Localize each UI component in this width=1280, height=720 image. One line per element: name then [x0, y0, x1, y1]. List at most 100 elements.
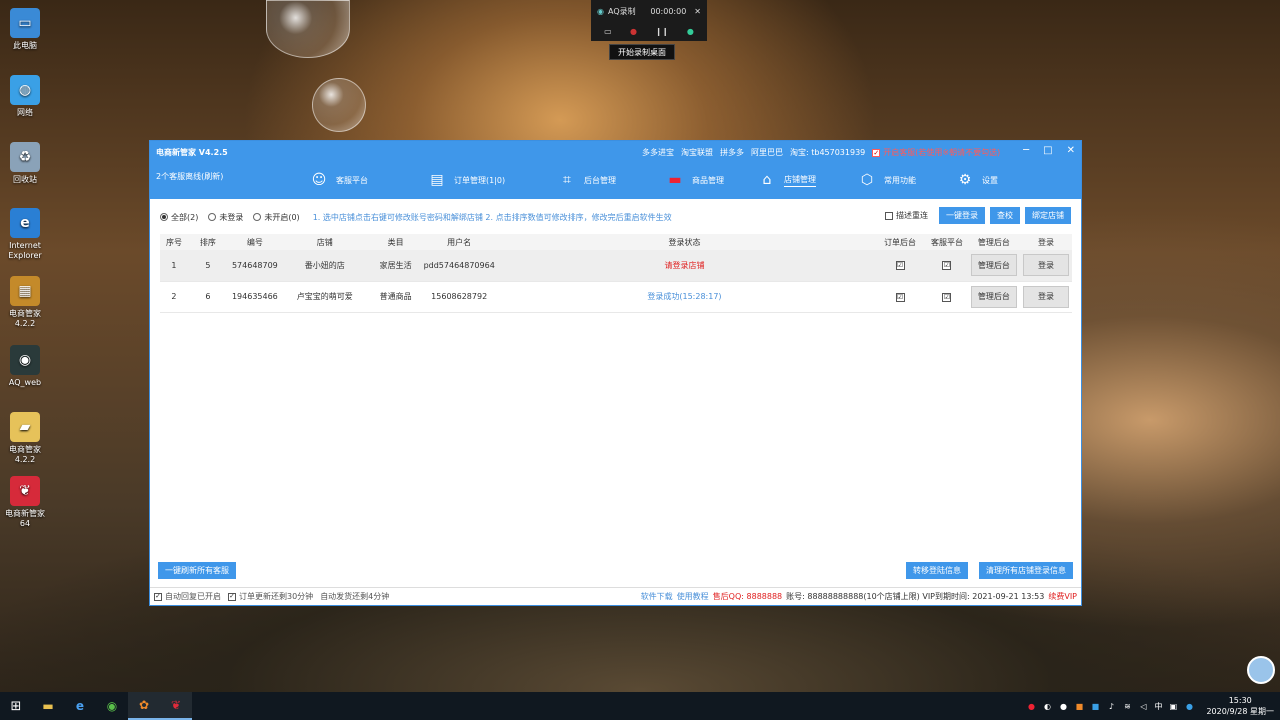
tab-service-platform[interactable]: ☺ 客服平台	[310, 169, 428, 191]
file-explorer-icon[interactable]: ▬	[32, 692, 64, 720]
tray-icon[interactable]: ◐	[1042, 701, 1052, 711]
login-button[interactable]: 登录	[1022, 285, 1069, 308]
pause-icon[interactable]: ❙❙	[655, 27, 668, 36]
bottom-right-actions: 转移登陆信息 清理所有店铺登录信息	[906, 562, 1073, 579]
ie-icon[interactable]: e	[64, 692, 96, 720]
checkbox-icon[interactable]: ✓	[872, 148, 881, 157]
volume-icon[interactable]: ◁	[1138, 701, 1148, 711]
mic-icon[interactable]: ●	[687, 27, 694, 36]
cell-manage: 管理后台	[967, 250, 1020, 282]
auto-reply-checkbox[interactable]: ✓ 自动回复已开启	[154, 591, 221, 602]
desktop-icon[interactable]: ▰ 电商管家 4.2.2	[2, 412, 48, 465]
login-button[interactable]: 登录	[1022, 254, 1069, 277]
desktop-icon[interactable]: ◍ 网络	[2, 75, 48, 118]
ime-indicator[interactable]: 中	[1154, 701, 1162, 712]
network-icon[interactable]: ≋	[1122, 701, 1132, 711]
cell-shop: 番小妞的店	[281, 250, 368, 282]
checkbox-icon[interactable]: ✓	[228, 592, 236, 601]
checkbox-icon[interactable]	[885, 211, 893, 220]
desktop-icon[interactable]: ❦ 电商新管家 64	[2, 476, 48, 529]
recorder-widget: ◉ AQ录制 00:00:00 ✕ ▭ ● ❙❙ ●	[591, 0, 707, 41]
cell-sort[interactable]: 5	[187, 250, 228, 282]
refresh-all-service-button[interactable]: 一键刷新所有客服	[158, 562, 236, 579]
login-all-button[interactable]: 一键登录	[939, 207, 985, 224]
windows-start-icon[interactable]: ⊞	[0, 692, 32, 720]
clock[interactable]: 15:30 2020/9/28 星期一	[1206, 695, 1274, 717]
table-row[interactable]: 1 5 574648709 番小妞的店 家居生活 pdd57464870964 …	[160, 250, 1072, 282]
record-button-icon[interactable]: ●	[630, 27, 637, 36]
cell-id: 574648709	[227, 250, 282, 282]
checkbox-icon[interactable]: ☑	[895, 261, 905, 271]
desktop-icon[interactable]: ♻ 回收站	[2, 142, 48, 185]
check-button[interactable]: 查校	[990, 207, 1020, 224]
desktop-icon[interactable]: ▭ 此电脑	[2, 8, 48, 51]
radio-all[interactable]: 全部(2)	[160, 212, 198, 223]
checkbox-icon[interactable]: ☑	[942, 261, 952, 271]
tab-backend-manage[interactable]: ⌗ 后台管理	[558, 169, 666, 191]
reconnect-checkbox[interactable]: 描述重连	[885, 210, 928, 221]
tab-common-functions[interactable]: ⬡ 常用功能	[858, 169, 956, 191]
radio-not-open[interactable]: 未开启(0)	[253, 212, 300, 223]
enable-service-option[interactable]: ✓ 开启客服(若使用※朝请不要勾选)	[872, 147, 1000, 158]
checkbox-icon[interactable]: ☑	[942, 292, 952, 302]
tab-store-manage[interactable]: ⌂ 店铺管理	[758, 169, 858, 191]
desktop-icon[interactable]: e Internet Explorer	[2, 208, 48, 261]
tab-goods-manage[interactable]: ▬ 商品管理	[666, 169, 758, 191]
account-info: 账号: 88888888888(10个店铺上限) VIP到期时间: 2021-0…	[786, 592, 1045, 601]
radio-dot[interactable]	[253, 213, 262, 221]
manage-backend-button[interactable]: 管理后台	[970, 254, 1017, 277]
transfer-login-button[interactable]: 转移登陆信息	[906, 562, 968, 579]
offline-refresh-link[interactable]: 2个客服离线(刷新)	[156, 171, 223, 182]
tray-icon[interactable]: ■	[1090, 701, 1100, 711]
link-pinduoduo[interactable]: 拼多多	[720, 147, 744, 158]
app-red-icon[interactable]: ❦	[160, 692, 192, 720]
col-header: 订单后台	[874, 234, 927, 250]
desktop-icon[interactable]: ▦ 电商管家 4.2.2	[2, 276, 48, 329]
minimize-icon[interactable]: ─	[1023, 145, 1029, 156]
mic-icon[interactable]: ♪	[1106, 701, 1116, 711]
link-alibaba[interactable]: 阿里巴巴	[751, 147, 783, 158]
checkbox-icon[interactable]: ✓	[154, 592, 162, 601]
order-update-checkbox[interactable]: ✓ 订单更新还剩30分钟	[228, 591, 313, 602]
tab-order-manage[interactable]: ▤ 订单管理(1|0)	[428, 169, 558, 191]
col-header: 店铺	[281, 234, 368, 250]
radio-not-logged[interactable]: 未登录	[208, 212, 243, 223]
clear-login-button[interactable]: 清理所有店铺登录信息	[979, 562, 1073, 579]
col-header: 管理后台	[967, 234, 1020, 250]
browser-icon[interactable]: ◉	[96, 692, 128, 720]
link-duoduo[interactable]: 多多进宝	[642, 147, 674, 158]
tutorial-link[interactable]: 使用教程	[677, 591, 709, 602]
tray-icon[interactable]: ●	[1058, 701, 1068, 711]
tray-icon[interactable]: ■	[1074, 701, 1084, 711]
download-link[interactable]: 软件下载	[641, 591, 673, 602]
maximize-icon[interactable]: □	[1043, 145, 1052, 156]
app-tray-icon[interactable]: ●	[1026, 701, 1036, 711]
radio-label: 全部(2)	[171, 212, 199, 222]
manage-backend-button[interactable]: 管理后台	[970, 285, 1017, 308]
checkbox-icon[interactable]: ☑	[895, 292, 905, 302]
link-taobao-union[interactable]: 淘宝联盟	[681, 147, 713, 158]
table-row[interactable]: 2 6 194635466 卢宝宝的萌可爱 普通商品 15608628792 登…	[160, 281, 1072, 313]
qq-icon[interactable]: ●	[1184, 701, 1194, 711]
app-title: 电商新管家 V4.2.5	[156, 148, 228, 157]
renew-vip-link[interactable]: 续费VIP	[1048, 591, 1077, 602]
close-icon[interactable]: ✕	[694, 7, 701, 16]
app-orange-icon[interactable]: ✿	[128, 692, 160, 720]
desktop-icon[interactable]: ◉ AQ_web	[2, 345, 48, 388]
radio-dot[interactable]	[208, 213, 217, 221]
tray-icon[interactable]: ▣	[1168, 701, 1178, 711]
radio-label: 未开启(0)	[264, 212, 300, 222]
assistant-avatar[interactable]	[1247, 656, 1275, 684]
bind-store-button[interactable]: 绑定店铺	[1025, 207, 1071, 224]
folder-icon: ▰	[10, 412, 40, 442]
cell-status[interactable]: 请登录店铺	[494, 250, 875, 282]
tab-settings[interactable]: ⚙ 设置	[956, 169, 1026, 191]
checkbox-label: 订单更新还剩30分钟	[239, 592, 314, 601]
close-icon[interactable]: ✕	[1067, 145, 1075, 156]
window-icon[interactable]: ▭	[604, 27, 612, 36]
radio-dot[interactable]	[160, 213, 168, 221]
taskbar: ⊞ ▬ e ◉ ✿ ❦ ● ◐ ● ■ ■ ♪ ≋ ◁ 中 ▣ ● 15:30 …	[0, 692, 1280, 720]
cell-sort[interactable]: 6	[187, 281, 228, 313]
desktop-icon-label: 此电脑	[13, 41, 37, 50]
cell-service-platform: ☑	[926, 250, 968, 282]
